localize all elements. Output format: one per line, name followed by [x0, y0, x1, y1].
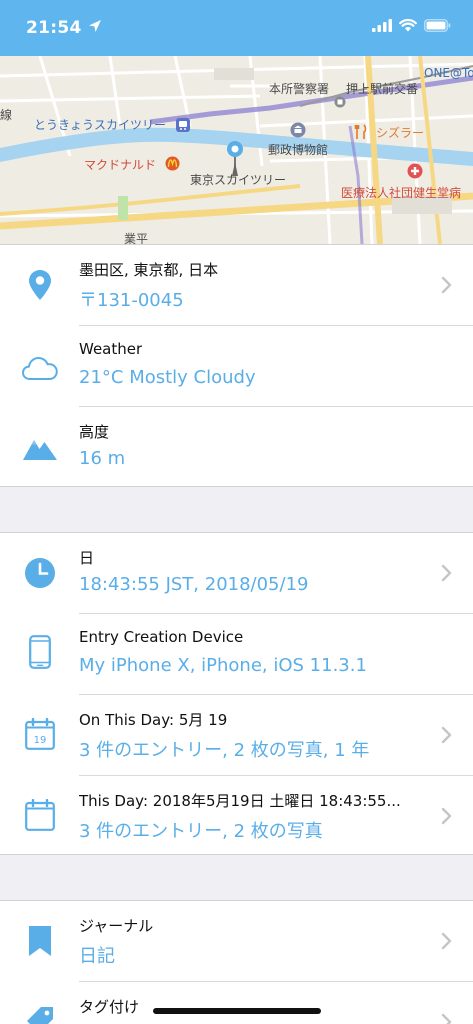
map-label-postal-museum: 郵政博物館: [268, 143, 329, 157]
battery-icon: [424, 19, 451, 32]
wifi-icon: [399, 19, 417, 32]
hospital-icon: [407, 163, 423, 179]
tags-row[interactable]: タグ付け: [0, 982, 473, 1024]
map-label-clinic: 医療法人社団健生堂病: [341, 186, 462, 200]
weather-title: Weather: [79, 340, 143, 358]
postal-code: 〒131-0045: [79, 290, 184, 311]
museum-icon: [290, 122, 306, 138]
entry-info-screen: 21:54 本所警察署 押上駅前交番 ONE@To とうきょうスカイツリー 線 …: [0, 0, 473, 1024]
on-this-day-value: 3 件のエントリー, 2 枚の写真, 1 年: [79, 740, 370, 761]
map-pin-icon: [22, 267, 58, 303]
altitude-value: 16 m: [79, 448, 126, 469]
section-gap: [0, 487, 473, 532]
journal-section: ジャーナル 日記 タグ付け: [0, 901, 473, 1024]
address-row[interactable]: 墨田区, 東京都, 日本 〒131-0045: [0, 245, 473, 326]
cellular-signal-icon: [372, 19, 392, 32]
map-label-mcdonalds: マクドナルド: [84, 158, 157, 172]
device-value: My iPhone X, iPhone, iOS 11.3.1: [79, 655, 367, 676]
weather-row: Weather 21°C Mostly Cloudy: [0, 326, 473, 407]
map-label-police: 本所警察署: [269, 82, 330, 96]
date-section: 日 18:43:55 JST, 2018/05/19 Entry Creatio…: [0, 533, 473, 854]
address-title: 墨田区, 東京都, 日本: [79, 261, 219, 279]
date-row[interactable]: 日 18:43:55 JST, 2018/05/19: [0, 533, 473, 614]
altitude-title: 高度: [79, 423, 110, 441]
device-row: Entry Creation Device My iPhone X, iPhon…: [0, 614, 473, 695]
map-pin-marker-icon[interactable]: [226, 140, 244, 176]
chevron-right-icon: [441, 276, 452, 294]
this-day-row[interactable]: This Day: 2018年5月19日 土曜日 18:43:55... 3 件…: [0, 776, 473, 857]
location-arrow-icon: [89, 20, 101, 32]
map-label-station-koban: 押上駅前交番: [346, 82, 419, 96]
tag-icon: [22, 1002, 58, 1024]
mountain-icon: [22, 429, 58, 465]
section-gap: [0, 855, 473, 900]
date-value: 18:43:55 JST, 2018/05/19: [79, 574, 309, 595]
map-label-one-tokyo: ONE@To: [424, 66, 473, 80]
status-indicators: [372, 19, 451, 32]
status-bar: 21:54: [0, 0, 473, 56]
altitude-row: 高度 16 m: [0, 407, 473, 488]
police-box-icon: [334, 96, 346, 108]
map-label-cizzla: シズラー: [376, 126, 425, 140]
restaurant-icon: [354, 124, 367, 139]
cloud-icon: [22, 350, 58, 386]
device-title: Entry Creation Device: [79, 628, 244, 646]
fast-food-icon: [165, 156, 180, 171]
calendar-icon: 19: [22, 716, 58, 752]
map-label-line: 線: [0, 108, 13, 122]
this-day-title: This Day: 2018年5月19日 土曜日 18:43:55...: [79, 792, 401, 810]
phone-icon: [22, 634, 58, 670]
journal-row[interactable]: ジャーナル 日記: [0, 901, 473, 982]
chevron-right-icon: [441, 564, 452, 582]
calendar-day-number: 19: [34, 735, 47, 746]
this-day-value: 3 件のエントリー, 2 枚の写真: [79, 821, 323, 842]
calendar-blank-icon: [22, 797, 58, 833]
clock-icon: [22, 555, 58, 591]
map-label-area: 業平: [124, 232, 149, 244]
location-section: 墨田区, 東京都, 日本 〒131-0045 Weather 21°C Most…: [0, 245, 473, 487]
home-indicator[interactable]: [153, 1008, 321, 1014]
chevron-right-icon: [441, 932, 452, 950]
tags-title: タグ付け: [79, 998, 140, 1016]
chevron-right-icon: [441, 807, 452, 825]
train-station-icon: [176, 118, 190, 132]
chevron-right-icon: [441, 1013, 452, 1024]
on-this-day-row[interactable]: 19 On This Day: 5月 19 3 件のエントリー, 2 枚の写真,…: [0, 695, 473, 776]
bookmark-icon: [22, 923, 58, 959]
journal-value: 日記: [79, 946, 115, 967]
on-this-day-title: On This Day: 5月 19: [79, 711, 228, 729]
weather-value: 21°C Mostly Cloudy: [79, 367, 256, 388]
chevron-right-icon: [441, 726, 452, 744]
map-label-skytree-station: とうきょうスカイツリー: [34, 118, 167, 132]
date-title: 日: [79, 549, 95, 567]
location-map[interactable]: 本所警察署 押上駅前交番 ONE@To とうきょうスカイツリー 線 郵政博物館 …: [0, 56, 473, 244]
journal-title: ジャーナル: [79, 917, 154, 935]
status-time: 21:54: [26, 18, 82, 38]
